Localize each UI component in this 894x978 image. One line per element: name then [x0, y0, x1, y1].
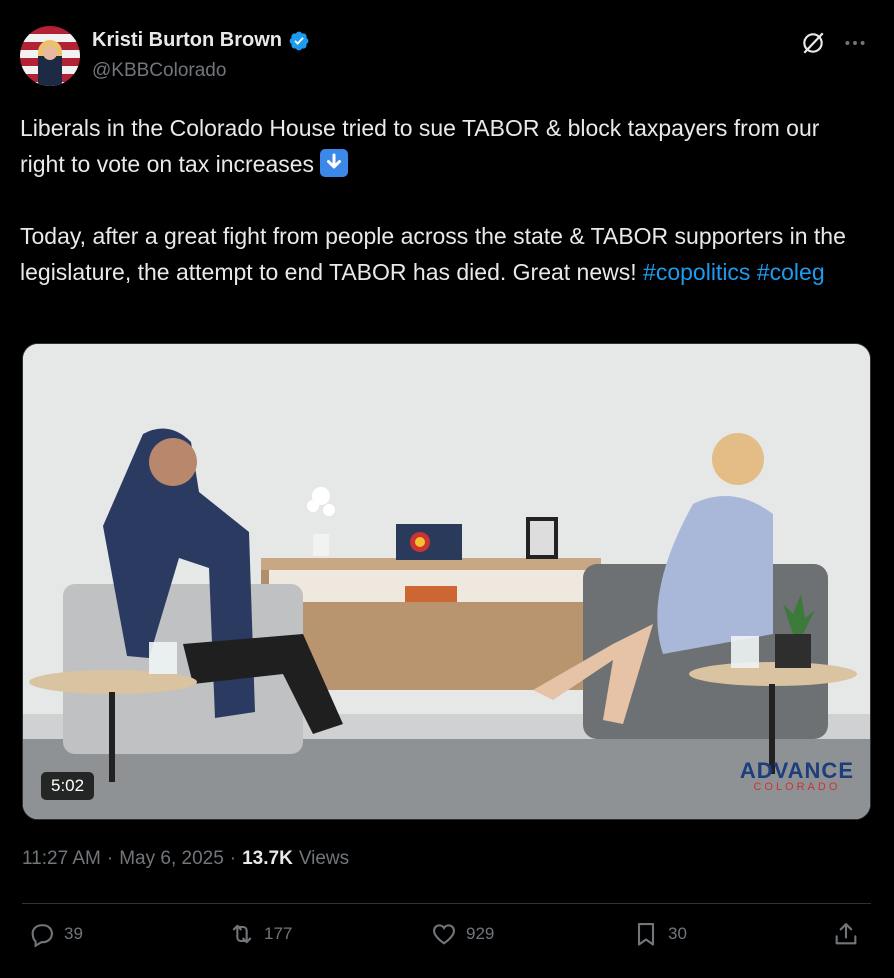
- action-bar: 39 177 929 30: [0, 920, 894, 960]
- reply-button[interactable]: 39: [28, 920, 83, 948]
- hashtag-copolitics[interactable]: #copolitics: [643, 259, 750, 285]
- tweet-date[interactable]: May 6, 2025: [119, 848, 224, 870]
- tweet-meta: 11:27 AM · May 6, 2025 · 13.7K Views: [22, 848, 349, 870]
- advance-colorado-logo: ADVANCE COLORADO: [740, 758, 854, 793]
- video-player[interactable]: 5:02 ADVANCE COLORADO: [22, 343, 871, 820]
- views-label: Views: [298, 848, 350, 869]
- reply-count: 39: [64, 924, 83, 943]
- avatar-face: [43, 46, 57, 60]
- video-thumbnail: [23, 344, 870, 819]
- tweet-paragraph-1: Liberals in the Colorado House tried to …: [20, 115, 820, 177]
- verified-badge-icon: [289, 31, 309, 50]
- bookmark-icon: [637, 923, 655, 946]
- views-count: 13.7K: [242, 848, 293, 869]
- logo-text-bottom: COLORADO: [753, 781, 841, 793]
- heart-icon: [433, 924, 455, 945]
- down-arrow-emoji-icon: [320, 149, 349, 177]
- bookmark-button[interactable]: 30: [632, 920, 687, 948]
- like-count: 929: [466, 924, 495, 943]
- separator-dot: ·: [229, 848, 237, 869]
- bookmark-count: 30: [668, 924, 687, 943]
- like-button[interactable]: 929: [430, 920, 494, 948]
- repost-button[interactable]: 177: [228, 920, 292, 948]
- share-button[interactable]: [832, 920, 860, 948]
- tweet-text: Liberals in the Colorado House tried to …: [20, 110, 870, 290]
- grok-icon[interactable]: [800, 30, 826, 56]
- repost-icon: [232, 924, 252, 944]
- share-icon: [835, 923, 857, 945]
- tweet-time[interactable]: 11:27 AM: [22, 848, 101, 870]
- hashtag-coleg[interactable]: #coleg: [757, 259, 825, 285]
- author-handle[interactable]: @KBBColorado: [92, 60, 226, 82]
- separator-dot: ·: [106, 848, 114, 869]
- repost-count: 177: [264, 924, 293, 943]
- more-options-icon[interactable]: [842, 30, 868, 56]
- tweet-header: Kristi Burton Brown @KBBColorado: [20, 26, 874, 90]
- video-duration: 5:02: [41, 772, 95, 800]
- avatar[interactable]: [20, 26, 80, 86]
- divider: [22, 903, 871, 904]
- author-display-name[interactable]: Kristi Burton Brown: [92, 29, 282, 52]
- reply-icon: [31, 924, 53, 948]
- name-row: Kristi Burton Brown: [92, 29, 310, 52]
